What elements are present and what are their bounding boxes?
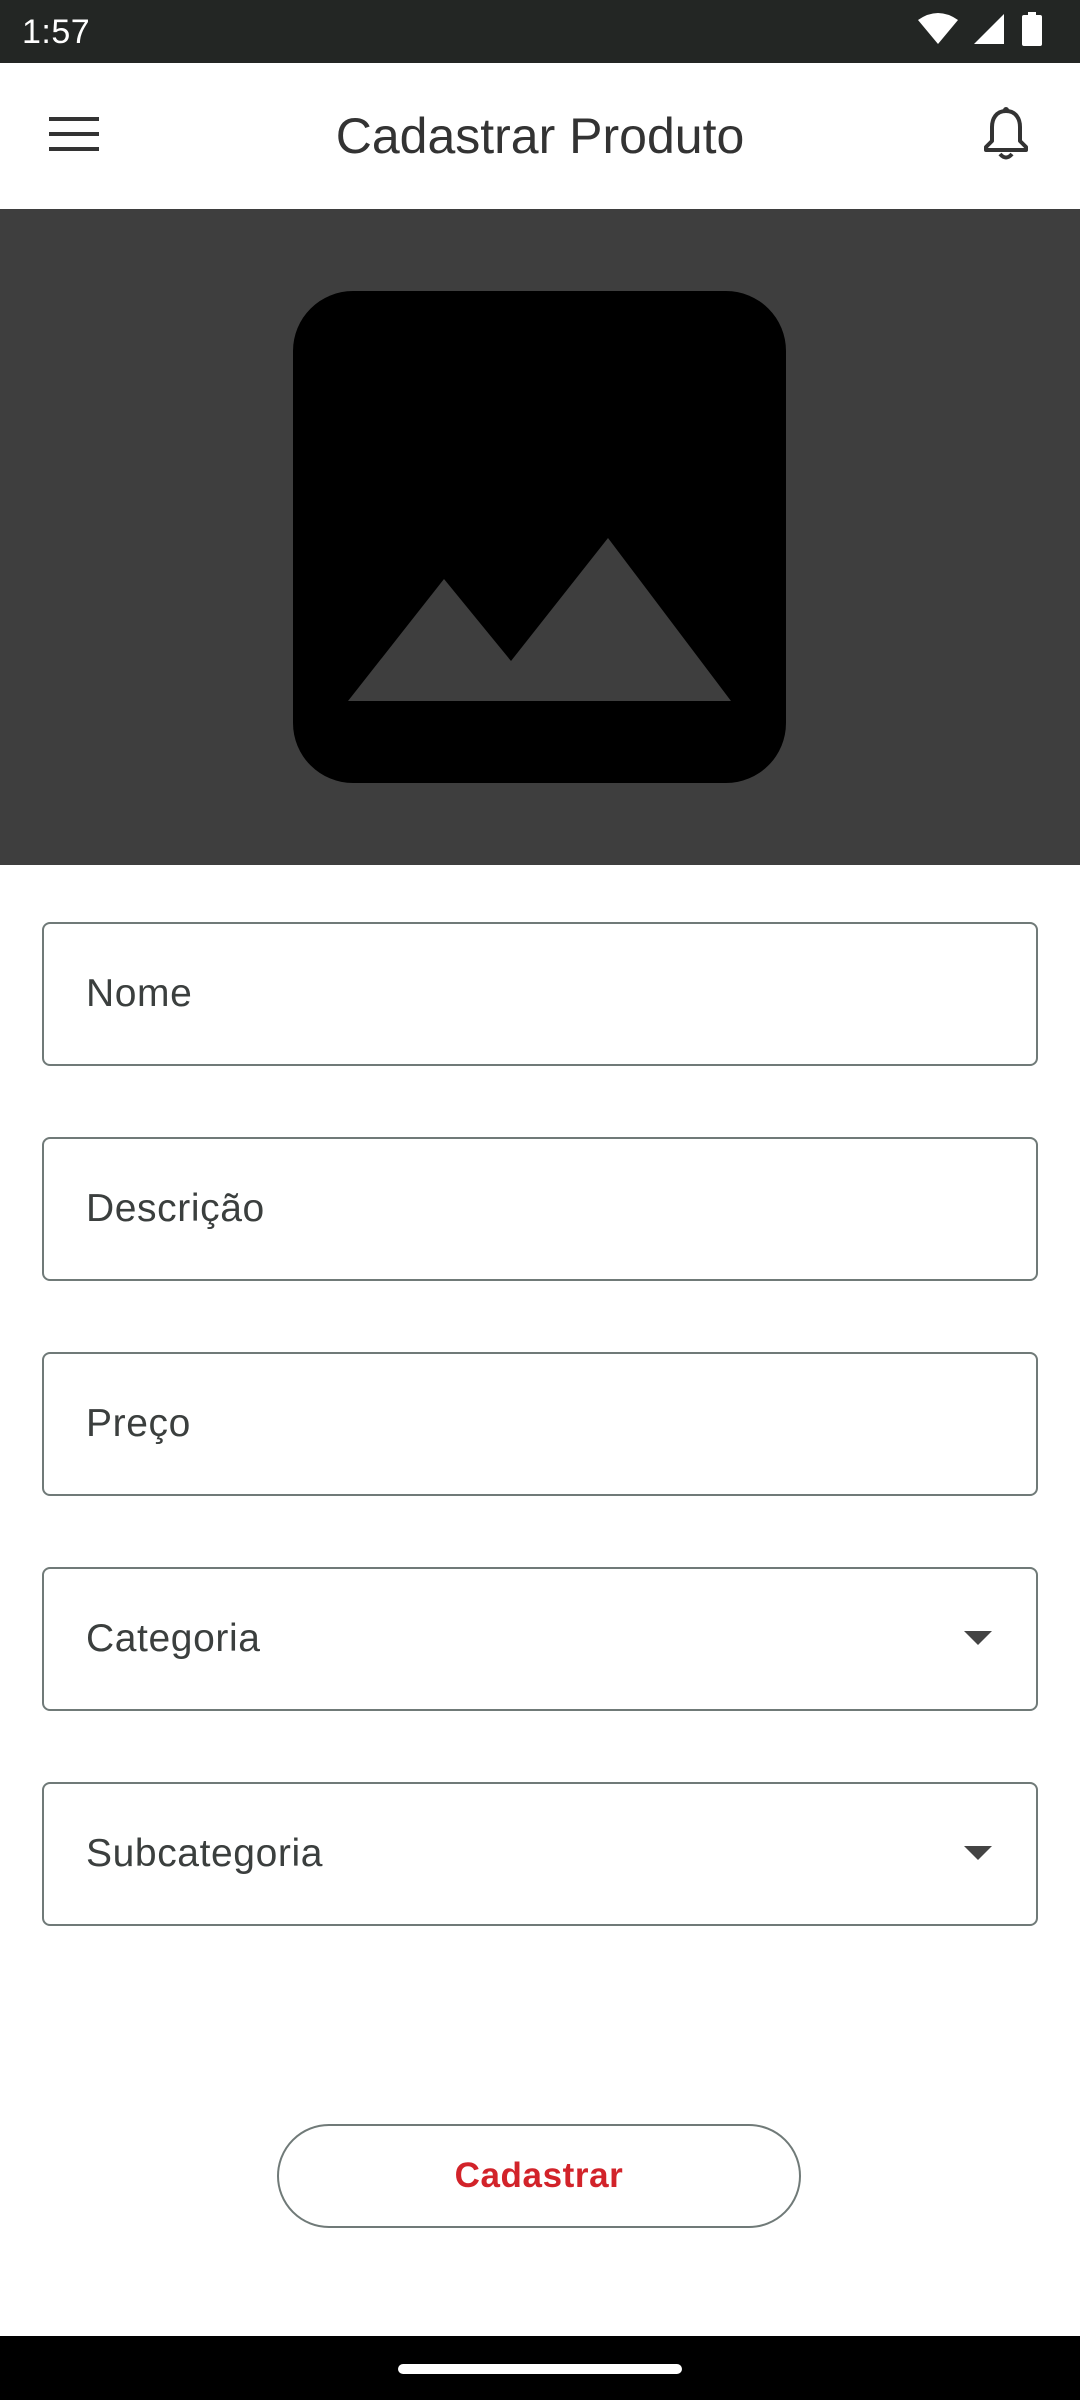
app-bar: Cadastrar Produto [0,63,1080,209]
dropdown-arrow-icon [964,1846,992,1860]
image-placeholder-icon [293,291,786,783]
price-field-label: Preço [86,1402,191,1445]
home-gesture-handle[interactable] [398,2364,682,2374]
status-bar: 1:57 [0,0,1080,63]
name-field[interactable]: Nome [42,922,1038,1066]
description-field[interactable]: Descrição [42,1137,1038,1281]
status-time: 1:57 [22,13,91,51]
battery-icon [1022,11,1042,51]
cellular-signal-icon [974,12,1006,51]
subcategory-dropdown-label: Subcategoria [86,1832,324,1875]
page-title: Cadastrar Produto [335,108,745,164]
description-field-label: Descrição [86,1187,265,1230]
subcategory-dropdown[interactable]: Subcategoria [42,1782,1038,1926]
navigation-bar [0,2336,1080,2400]
submit-button[interactable]: Cadastrar [277,2124,801,2228]
image-picker[interactable] [0,209,1080,865]
price-field[interactable]: Preço [42,1352,1038,1496]
category-dropdown-label: Categoria [86,1617,261,1660]
wifi-icon [918,12,958,51]
category-dropdown[interactable]: Categoria [42,1567,1038,1711]
name-field-label: Nome [86,972,193,1015]
status-icons [918,11,1042,51]
bell-icon [983,106,1029,166]
dropdown-arrow-icon [964,1631,992,1645]
notifications-button[interactable] [968,98,1044,174]
